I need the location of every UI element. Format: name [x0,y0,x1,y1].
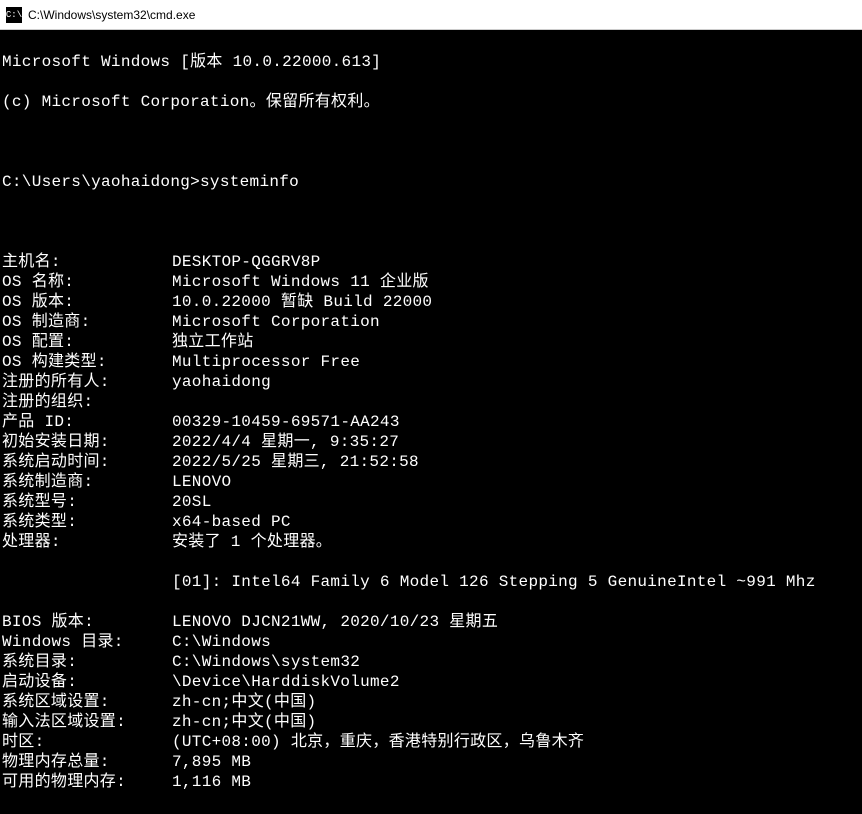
info-value: Microsoft Corporation [172,312,380,332]
info-row: 产品 ID:00329-10459-69571-AA243 [2,412,860,432]
info-label: OS 制造商: [2,312,172,332]
info-row: 时区:(UTC+08:00) 北京，重庆，香港特别行政区，乌鲁木齐 [2,732,860,752]
processor-detail: [01]: Intel64 Family 6 Model 126 Steppin… [172,572,860,592]
info-row: 系统目录:C:\Windows\system32 [2,652,860,672]
prompt-path: C:\Users\yaohaidong> [2,173,200,191]
info-row: 主机名:DESKTOP-QGGRV8P [2,252,860,272]
info-label: 时区: [2,732,172,752]
info-label: 系统类型: [2,512,172,532]
info-value: 7,895 MB [172,752,251,772]
info-label: 系统区域设置: [2,692,172,712]
info-value: Multiprocessor Free [172,352,360,372]
info-label: 启动设备: [2,672,172,692]
info-row: 初始安装日期:2022/4/4 星期一, 9:35:27 [2,432,860,452]
info-row: BIOS 版本:LENOVO DJCN21WW, 2020/10/23 星期五 [2,612,860,632]
info-value: 独立工作站 [172,332,254,352]
systeminfo-section-2: BIOS 版本:LENOVO DJCN21WW, 2020/10/23 星期五W… [2,612,860,792]
blank-line [2,132,860,152]
blank-line [2,212,860,232]
info-row: OS 版本:10.0.22000 暂缺 Build 22000 [2,292,860,312]
info-value: 10.0.22000 暂缺 Build 22000 [172,292,432,312]
info-label: OS 版本: [2,292,172,312]
info-label: 系统型号: [2,492,172,512]
info-value: Microsoft Windows 11 企业版 [172,272,429,292]
info-value: LENOVO DJCN21WW, 2020/10/23 星期五 [172,612,498,632]
info-value: 1,116 MB [172,772,251,792]
window-titlebar[interactable]: C:\ C:\Windows\system32\cmd.exe [0,0,862,30]
info-value: DESKTOP-QGGRV8P [172,252,321,272]
info-value: C:\Windows\system32 [172,652,360,672]
info-label: BIOS 版本: [2,612,172,632]
terminal-output: Microsoft Windows [版本 10.0.22000.613] (c… [0,30,862,814]
info-label: 初始安装日期: [2,432,172,452]
info-row: 系统型号:20SL [2,492,860,512]
info-label: 可用的物理内存: [2,772,172,792]
info-row: Windows 目录:C:\Windows [2,632,860,652]
info-value: 20SL [172,492,212,512]
info-row: 物理内存总量:7,895 MB [2,752,860,772]
info-label: 处理器: [2,532,172,552]
info-value: LENOVO [172,472,231,492]
info-row: 注册的组织: [2,392,860,412]
prompt-command: systeminfo [200,173,299,191]
info-value: x64-based PC [172,512,291,532]
info-label: OS 配置: [2,332,172,352]
info-row: 系统制造商:LENOVO [2,472,860,492]
info-value: \Device\HarddiskVolume2 [172,672,400,692]
info-row: 注册的所有人:yaohaidong [2,372,860,392]
info-row: OS 制造商:Microsoft Corporation [2,312,860,332]
info-label: 输入法区域设置: [2,712,172,732]
header-line-1: Microsoft Windows [版本 10.0.22000.613] [2,52,860,72]
info-value: 2022/5/25 星期三, 21:52:58 [172,452,419,472]
info-row: 启动设备:\Device\HarddiskVolume2 [2,672,860,692]
info-row: 输入法区域设置:zh-cn;中文(中国) [2,712,860,732]
info-label: 产品 ID: [2,412,172,432]
info-label: 注册的组织: [2,392,172,412]
systeminfo-section: 主机名:DESKTOP-QGGRV8POS 名称:Microsoft Windo… [2,252,860,552]
info-row: OS 名称:Microsoft Windows 11 企业版 [2,272,860,292]
info-label: OS 名称: [2,272,172,292]
info-label: OS 构建类型: [2,352,172,372]
info-row: OS 配置:独立工作站 [2,332,860,352]
info-row: 可用的物理内存:1,116 MB [2,772,860,792]
window-title: C:\Windows\system32\cmd.exe [28,8,195,22]
info-label: 系统启动时间: [2,452,172,472]
info-value: C:\Windows [172,632,271,652]
cmd-icon: C:\ [6,7,22,23]
info-value: zh-cn;中文(中国) [172,712,316,732]
info-label: 注册的所有人: [2,372,172,392]
info-row: 处理器:安装了 1 个处理器。 [2,532,860,552]
info-row: OS 构建类型:Multiprocessor Free [2,352,860,372]
info-value: zh-cn;中文(中国) [172,692,316,712]
info-label: 主机名: [2,252,172,272]
info-row: 系统区域设置:zh-cn;中文(中国) [2,692,860,712]
info-row: 系统类型:x64-based PC [2,512,860,532]
info-label: Windows 目录: [2,632,172,652]
info-label: 系统制造商: [2,472,172,492]
info-value: yaohaidong [172,372,271,392]
info-label: 物理内存总量: [2,752,172,772]
info-value: 00329-10459-69571-AA243 [172,412,400,432]
header-line-2: (c) Microsoft Corporation。保留所有权利。 [2,92,860,112]
prompt-line: C:\Users\yaohaidong>systeminfo [2,172,860,192]
info-row: 系统启动时间:2022/5/25 星期三, 21:52:58 [2,452,860,472]
info-value: 安装了 1 个处理器。 [172,532,332,552]
info-value: 2022/4/4 星期一, 9:35:27 [172,432,399,452]
info-label: 系统目录: [2,652,172,672]
info-value: (UTC+08:00) 北京，重庆，香港特别行政区，乌鲁木齐 [172,732,584,752]
